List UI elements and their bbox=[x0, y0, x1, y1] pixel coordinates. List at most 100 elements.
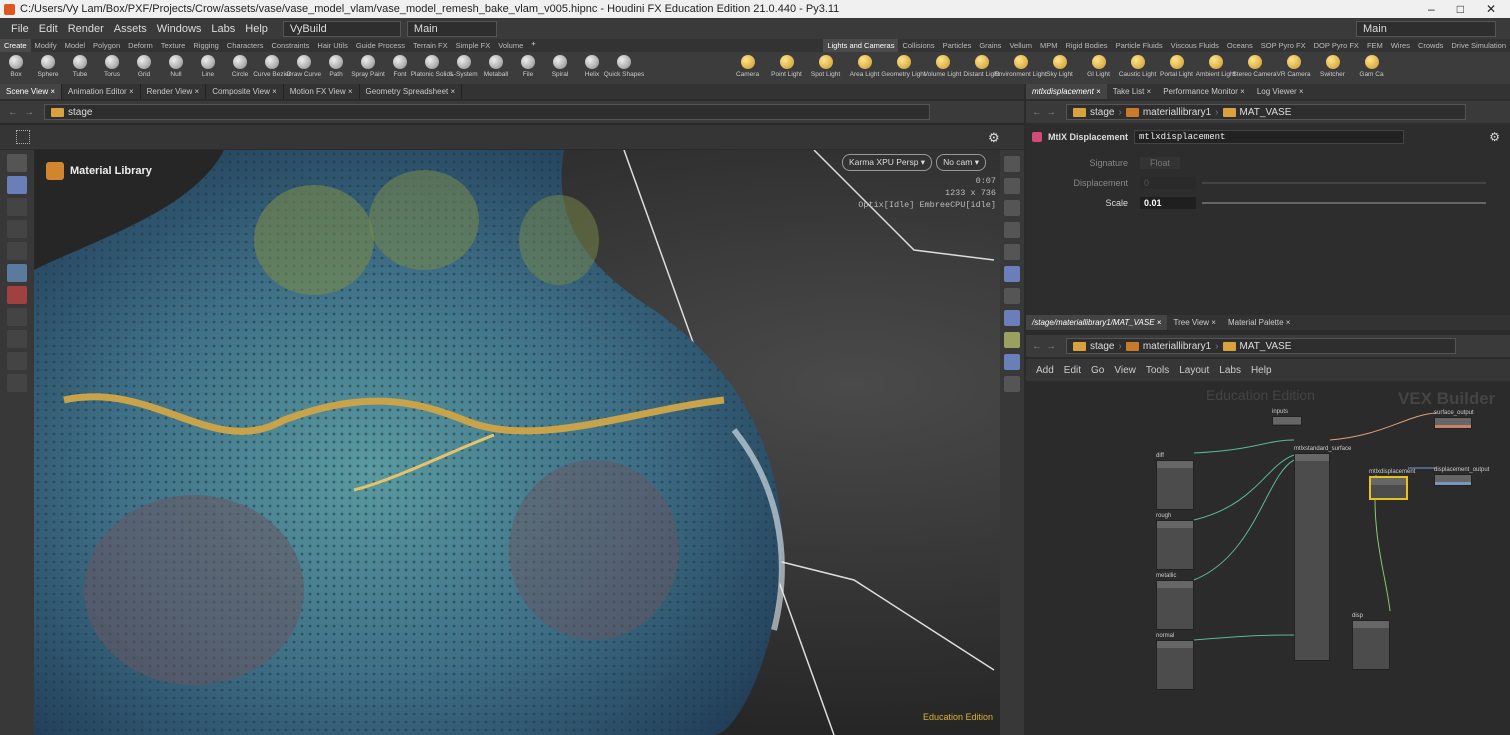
shelf-tool-button[interactable]: Draw Curve bbox=[287, 52, 321, 84]
tab-close-icon[interactable]: × bbox=[448, 87, 455, 96]
scale-field[interactable]: 0.01 bbox=[1140, 197, 1196, 209]
shelf-add-icon[interactable]: + bbox=[527, 39, 823, 52]
shelf-tool-button[interactable]: Spot Light bbox=[806, 52, 845, 84]
shelf-tool-button[interactable]: Circle bbox=[224, 52, 256, 84]
node-disp[interactable] bbox=[1352, 620, 1390, 670]
tab-close-icon[interactable]: × bbox=[1238, 87, 1245, 96]
shelf-tool-button[interactable]: Line bbox=[192, 52, 224, 84]
minimize-icon[interactable]: – bbox=[1428, 2, 1435, 16]
shelf-tab[interactable]: Crowds bbox=[1414, 39, 1447, 52]
close-icon[interactable]: ✕ bbox=[1486, 2, 1496, 16]
shelf-tab[interactable]: Vellum bbox=[1005, 39, 1036, 52]
shelf-tool-button[interactable]: VR Camera bbox=[1274, 52, 1313, 84]
displacement-slider[interactable] bbox=[1202, 182, 1486, 184]
shelf-tool-button[interactable]: Ambient Light bbox=[1196, 52, 1235, 84]
shelf-tool-button[interactable]: GI Light bbox=[1079, 52, 1118, 84]
node-normal[interactable] bbox=[1156, 640, 1194, 690]
shelf-tool-button[interactable]: Box bbox=[0, 52, 32, 84]
tab-close-icon[interactable]: × bbox=[346, 87, 353, 96]
light-icon[interactable] bbox=[1004, 222, 1020, 238]
tab-close-icon[interactable]: × bbox=[1094, 87, 1101, 96]
back-icon[interactable]: ← bbox=[1032, 107, 1042, 118]
shelf-tab[interactable]: FEM bbox=[1363, 39, 1387, 52]
magnet-icon[interactable] bbox=[7, 286, 27, 304]
shelf-tab[interactable]: Grains bbox=[975, 39, 1005, 52]
normals-icon[interactable] bbox=[1004, 354, 1020, 370]
shelf-tab[interactable]: Hair Utils bbox=[313, 39, 351, 52]
shelf-tab[interactable]: Terrain FX bbox=[409, 39, 452, 52]
renderer-menu[interactable]: Karma XPU Persp ▾ bbox=[842, 154, 933, 171]
menu-windows[interactable]: Windows bbox=[152, 23, 207, 35]
shelf-tool-button[interactable]: Volume Light bbox=[923, 52, 962, 84]
pane-tab[interactable]: Geometry Spreadsheet × bbox=[360, 84, 463, 99]
shelf-tab[interactable]: Rigid Bodies bbox=[1061, 39, 1111, 52]
sphere-display-icon[interactable] bbox=[1004, 376, 1020, 392]
shelf-tab[interactable]: Characters bbox=[223, 39, 268, 52]
shelf-tool-button[interactable]: Helix bbox=[576, 52, 608, 84]
select-tool-icon[interactable] bbox=[7, 154, 27, 172]
path-field[interactable]: stage bbox=[44, 104, 930, 120]
pane-tab[interactable]: Render View × bbox=[141, 84, 207, 99]
rotate-tool-icon[interactable] bbox=[7, 220, 27, 238]
shelf-tab[interactable]: Create bbox=[0, 39, 31, 52]
shelf-tab[interactable]: Constraints bbox=[267, 39, 313, 52]
menu-edit[interactable]: Edit bbox=[34, 23, 63, 35]
shelf-tool-button[interactable]: Environment Light bbox=[994, 52, 1047, 84]
shelf-tab[interactable]: Texture bbox=[157, 39, 190, 52]
snap-icon[interactable] bbox=[1004, 178, 1020, 194]
shelf-tool-button[interactable]: Sky Light bbox=[1040, 52, 1079, 84]
maximize-icon[interactable]: □ bbox=[1457, 2, 1464, 16]
pane-tab[interactable]: Scene View × bbox=[0, 84, 63, 99]
shelf-tool-button[interactable]: Distant Light bbox=[962, 52, 1001, 84]
shelf-tool-button[interactable]: Gam Ca bbox=[1352, 52, 1391, 84]
shelf-tab[interactable]: Model bbox=[61, 39, 89, 52]
camera-menu[interactable]: No cam ▾ bbox=[936, 154, 986, 171]
pane-tab[interactable]: Animation Editor × bbox=[62, 84, 141, 99]
shelf-tool-button[interactable]: L-System bbox=[448, 52, 480, 84]
shelf-tool-button[interactable]: Platonic Solids bbox=[411, 52, 453, 84]
shelf-tool-button[interactable]: Curve Bezier bbox=[253, 52, 291, 84]
shelf-tab[interactable]: Modify bbox=[31, 39, 61, 52]
menu-help[interactable]: Help bbox=[240, 23, 273, 35]
shelf-tab[interactable]: MPM bbox=[1036, 39, 1062, 52]
tab-close-icon[interactable]: × bbox=[48, 87, 55, 96]
signature-menu[interactable]: Float bbox=[1140, 157, 1181, 169]
desktop-right-dropdown[interactable]: Main bbox=[1356, 20, 1496, 37]
shading-icon[interactable] bbox=[1004, 266, 1020, 282]
menu-labs[interactable]: Labs bbox=[206, 23, 240, 35]
shelf-tool-button[interactable]: Area Light bbox=[845, 52, 884, 84]
menu-render[interactable]: Render bbox=[63, 23, 109, 35]
display-option-icon[interactable] bbox=[1004, 156, 1020, 172]
camera-tool-icon[interactable] bbox=[7, 352, 27, 370]
lock-camera-icon[interactable] bbox=[1004, 200, 1020, 216]
shelf-tool-button[interactable]: Caustic Light bbox=[1118, 52, 1157, 84]
shelf-tab[interactable]: Deform bbox=[124, 39, 157, 52]
shelf-tool-button[interactable]: Path bbox=[320, 52, 352, 84]
shelf-tab[interactable]: Rigging bbox=[189, 39, 222, 52]
shelf-tool-button[interactable]: Point Light bbox=[767, 52, 806, 84]
forward-icon[interactable]: → bbox=[24, 107, 44, 118]
shelf-tab[interactable]: Wires bbox=[1387, 39, 1414, 52]
shelf-tab[interactable]: Lights and Cameras bbox=[823, 39, 899, 52]
shelf-tool-button[interactable]: Camera bbox=[728, 52, 767, 84]
node-rough[interactable] bbox=[1156, 520, 1194, 570]
shelf-tool-button[interactable]: File bbox=[512, 52, 544, 84]
param-tab[interactable]: mtlxdisplacement × bbox=[1026, 84, 1107, 99]
pane-tab[interactable]: Composite View × bbox=[206, 84, 284, 99]
node-name-field[interactable]: mtlxdisplacement bbox=[1134, 130, 1405, 144]
node-std[interactable] bbox=[1294, 453, 1330, 661]
shelf-tab[interactable]: Viscous Fluids bbox=[1167, 39, 1223, 52]
shelf-tool-button[interactable]: Spray Paint bbox=[351, 52, 385, 84]
tab-close-icon[interactable]: × bbox=[1297, 87, 1304, 96]
tab-close-icon[interactable]: × bbox=[127, 87, 134, 96]
shelf-tab[interactable]: Particle Fluids bbox=[1112, 39, 1167, 52]
scale-slider[interactable] bbox=[1202, 202, 1486, 204]
shelf-tool-button[interactable]: Torus bbox=[96, 52, 128, 84]
shelf-tool-button[interactable]: Quick Shapes bbox=[604, 52, 644, 84]
param-path-field[interactable]: stage › materiallibrary1 › MAT_VASE bbox=[1066, 104, 1466, 120]
tab-close-icon[interactable]: × bbox=[270, 87, 277, 96]
handle-tool-icon[interactable] bbox=[7, 264, 27, 282]
pose-tool-icon[interactable] bbox=[7, 308, 27, 326]
displacement-field[interactable]: 0 bbox=[1140, 177, 1196, 189]
shelf-tab[interactable]: DOP Pyro FX bbox=[1310, 39, 1363, 52]
